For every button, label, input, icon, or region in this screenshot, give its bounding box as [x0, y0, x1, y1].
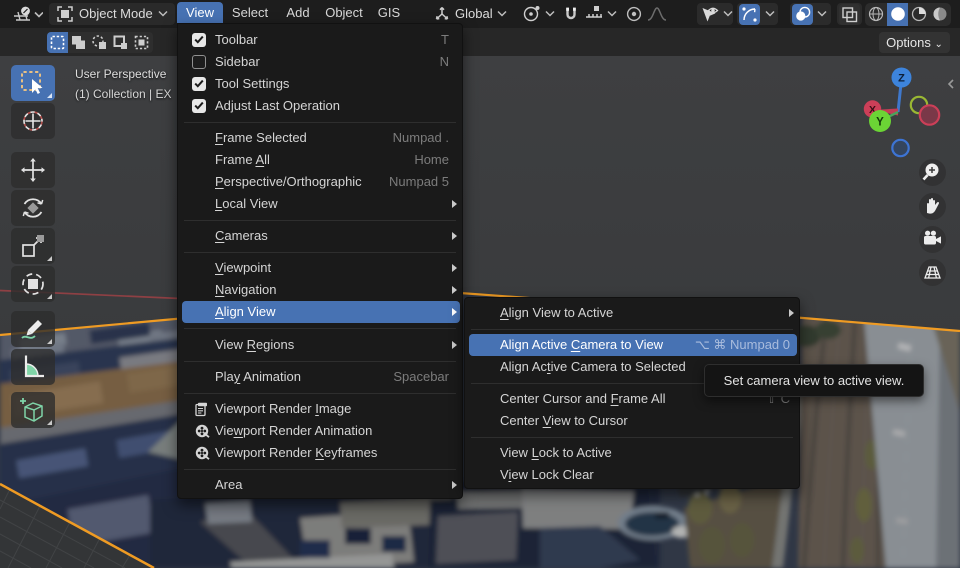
svg-text:Z: Z — [898, 73, 905, 85]
svg-text:Y: Y — [876, 117, 884, 129]
